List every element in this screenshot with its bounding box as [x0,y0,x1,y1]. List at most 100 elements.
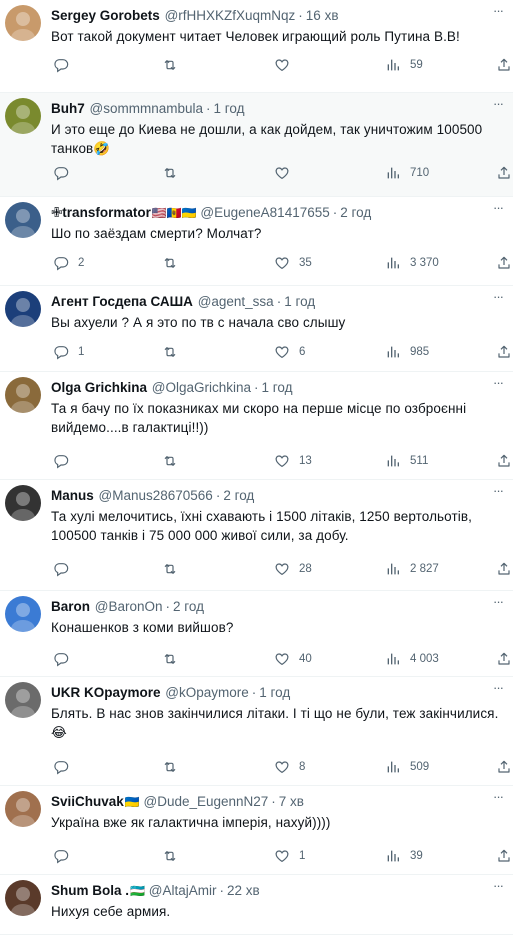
reply-tweet[interactable]: Buh7 @sommmnambula · 1 год ··· И это еще до … [0,93,513,197]
more-options-icon[interactable]: ··· [489,595,507,614]
share-button[interactable] [496,757,512,777]
like-button[interactable] [274,55,299,75]
avatar[interactable] [5,791,41,827]
more-options-icon[interactable]: ··· [489,376,507,395]
reply-button[interactable] [53,559,78,579]
views-button[interactable]: 509 [385,757,429,777]
reply-button[interactable] [53,451,78,471]
user-handle[interactable]: @sommmnambula [90,101,203,116]
views-button[interactable]: 2 827 [385,559,439,579]
like-button[interactable]: 40 [274,649,312,669]
more-options-icon[interactable]: ··· [489,290,507,309]
share-button[interactable] [496,253,512,273]
views-button[interactable]: 59 [385,55,423,75]
share-button[interactable] [496,846,512,866]
display-name[interactable]: Olga Grichkina [51,380,147,395]
more-options-icon[interactable]: ··· [489,201,507,220]
reply-button[interactable] [53,163,78,183]
timestamp[interactable]: 16 хв [306,8,339,23]
timestamp[interactable]: 1 год [284,294,315,309]
user-handle[interactable]: @BaronOn [95,599,163,614]
more-options-icon[interactable]: ··· [489,97,507,116]
retweet-button[interactable] [162,253,187,273]
reply-tweet[interactable]: Olga Grichkina @OlgaGrichkina · 1 год ··· Та… [0,372,513,480]
reply-button[interactable]: 1 [53,342,84,362]
reply-button[interactable] [53,757,78,777]
more-options-icon[interactable]: ··· [489,790,507,809]
more-options-icon[interactable]: ··· [489,484,507,503]
user-handle[interactable]: @rfHHXKZfXuqmNqz [165,8,296,23]
avatar[interactable] [5,5,41,41]
avatar[interactable] [5,485,41,521]
reply-button[interactable] [53,55,78,75]
reply-tweet[interactable]: Shum Bola .🇺🇿 @AltajAmir · 22 хв ··· Нихуя с… [0,875,513,935]
timestamp[interactable]: 22 хв [227,883,260,898]
user-handle[interactable]: @Dude_EugennN27 [144,794,269,809]
views-button[interactable]: 39 [385,846,423,866]
like-button[interactable]: 13 [274,451,312,471]
more-options-icon[interactable]: ··· [489,879,507,898]
display-name[interactable]: Buh7 [51,101,85,116]
share-button[interactable] [496,559,512,579]
user-handle[interactable]: @AltajAmir [149,883,217,898]
display-name[interactable]: SviiChuvak [51,794,124,809]
user-handle[interactable]: @kOpaymore [165,685,248,700]
retweet-button[interactable] [162,846,187,866]
timestamp[interactable]: 2 год [223,488,254,503]
retweet-button[interactable] [162,559,187,579]
avatar[interactable] [5,596,41,632]
reply-tweet[interactable]: SviiChuvak🇺🇦 @Dude_EugennN27 · 7 хв ··· Укра… [0,786,513,875]
share-button[interactable] [496,342,512,362]
like-button[interactable]: 35 [274,253,312,273]
display-name[interactable]: Агент Госдепа САША [51,294,193,309]
views-button[interactable]: 3 370 [385,253,439,273]
timestamp[interactable]: 1 год [262,380,293,395]
timestamp[interactable]: 1 год [214,101,245,116]
user-handle[interactable]: @Manus28670566 [99,488,213,503]
timestamp[interactable]: 7 хв [279,794,304,809]
avatar[interactable] [5,682,41,718]
reply-tweet[interactable]: UKR KOpaymore @kOpaymore · 1 год ··· Блять. … [0,677,513,786]
views-button[interactable]: 710 [385,163,429,183]
reply-button[interactable]: 2 [53,253,84,273]
reply-tweet[interactable]: Sergey Gorobets @rfHHXKZfXuqmNqz · 16 хв ··… [0,0,513,93]
display-name[interactable]: Sergey Gorobets [51,8,160,23]
share-button[interactable] [496,451,512,471]
like-button[interactable]: 28 [274,559,312,579]
reply-tweet[interactable]: Baron @BaronOn · 2 год ··· Конашенков з коми… [0,591,513,677]
timestamp[interactable]: 2 год [340,205,371,220]
user-handle[interactable]: @EugeneA81417655 [200,205,329,220]
retweet-button[interactable] [162,451,187,471]
timestamp[interactable]: 2 год [173,599,204,614]
avatar[interactable] [5,202,41,238]
reply-button[interactable] [53,846,78,866]
timestamp[interactable]: 1 год [259,685,290,700]
like-button[interactable] [274,163,299,183]
retweet-button[interactable] [162,163,187,183]
reply-button[interactable] [53,649,78,669]
display-name[interactable]: Shum Bola . [51,883,129,898]
avatar[interactable] [5,880,41,916]
display-name[interactable]: UKR KOpaymore [51,685,161,700]
display-name[interactable]: ✙transformator [51,205,151,220]
display-name[interactable]: Manus [51,488,94,503]
views-button[interactable]: 985 [385,342,429,362]
views-button[interactable]: 511 [385,451,428,471]
like-button[interactable]: 1 [274,846,305,866]
avatar[interactable] [5,98,41,134]
reply-tweet[interactable]: Агент Госдепа САША @agent_ssa · 1 год ··· Вы… [0,286,513,372]
reply-tweet[interactable]: Manus @Manus28670566 · 2 год ··· Та хулі мел… [0,480,513,591]
retweet-button[interactable] [162,55,187,75]
reply-tweet[interactable]: ✙transformator🇺🇸🇲🇩🇺🇦 @EugeneA81417655 · 2 … [0,197,513,286]
user-handle[interactable]: @OlgaGrichkina [152,380,251,395]
retweet-button[interactable] [162,649,187,669]
retweet-button[interactable] [162,342,187,362]
views-button[interactable]: 4 003 [385,649,439,669]
display-name[interactable]: Baron [51,599,90,614]
share-button[interactable] [496,55,512,75]
share-button[interactable] [496,163,512,183]
more-options-icon[interactable]: ··· [489,681,507,700]
retweet-button[interactable] [162,757,187,777]
more-options-icon[interactable]: ··· [489,4,507,23]
user-handle[interactable]: @agent_ssa [198,294,274,309]
